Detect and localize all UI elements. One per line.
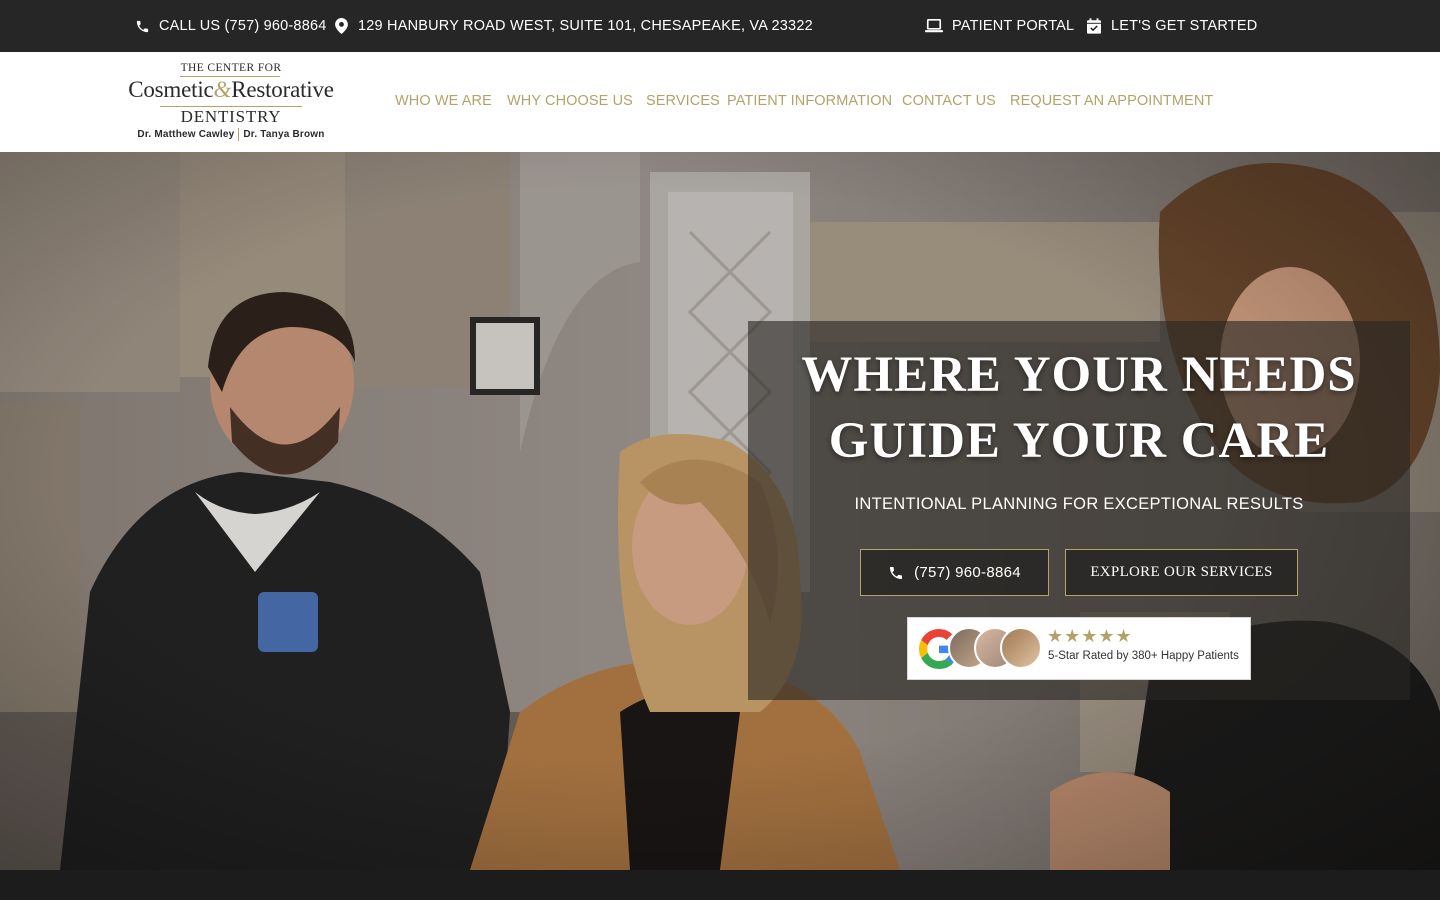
logo-wordmark: Cosmetic&Restorative	[120, 77, 342, 103]
logo[interactable]: THE CENTER FOR Cosmetic&Restorative DENT…	[120, 60, 342, 146]
get-started-link[interactable]: LET'S GET STARTED	[1086, 0, 1257, 52]
address-link[interactable]: 129 HANBURY ROAD WEST, SUITE 101, CHESAP…	[333, 0, 813, 52]
phone-icon	[134, 18, 150, 34]
call-us-link[interactable]: CALL US (757) 960-8864	[134, 0, 327, 52]
logo-doctor-separator	[238, 128, 240, 141]
laptop-icon	[924, 18, 943, 34]
calendar-check-icon	[1086, 18, 1102, 34]
hero-title-line-1: WHERE YOUR NEEDS	[801, 347, 1357, 403]
logo-word-cosmetic: Cosmetic	[128, 77, 214, 102]
nav-item-patient-information[interactable]: PATIENT INFORMATION	[727, 93, 892, 109]
logo-doctor-1: Dr. Matthew Cawley	[137, 129, 235, 140]
nav-item-request-appointment[interactable]: REQUEST AN APPOINTMENT	[1010, 93, 1213, 109]
avatar	[1000, 627, 1042, 669]
review-text: 5-Star Rated by 380+ Happy Patients	[1048, 650, 1239, 662]
map-pin-icon	[333, 18, 349, 34]
get-started-label: LET'S GET STARTED	[1111, 18, 1258, 34]
patient-portal-label: PATIENT PORTAL	[952, 18, 1075, 34]
nav-item-who-we-are[interactable]: WHO WE ARE	[395, 93, 492, 109]
nav-item-contact-us[interactable]: CONTACT US	[902, 93, 996, 109]
logo-word-restorative: Restorative	[231, 77, 334, 102]
address-label: 129 HANBURY ROAD WEST, SUITE 101, CHESAP…	[358, 18, 813, 34]
call-phone-button[interactable]: (757) 960-8864	[860, 549, 1049, 596]
patient-portal-link[interactable]: PATIENT PORTAL	[924, 0, 1074, 52]
review-badge[interactable]: ★★★★★ 5-Star Rated by 380+ Happy Patient…	[907, 617, 1251, 680]
explore-services-button-label: EXPLORE OUR SERVICES	[1090, 564, 1273, 580]
call-us-label: CALL US (757) 960-8864	[159, 18, 327, 34]
hero-subtitle: INTENTIONAL PLANNING FOR EXCEPTIONAL RES…	[854, 495, 1304, 513]
phone-icon	[888, 565, 904, 581]
site-header: THE CENTER FOR Cosmetic&Restorative DENT…	[0, 52, 1440, 152]
nav-item-why-choose-us[interactable]: WHY CHOOSE US	[507, 93, 633, 109]
hero-title-line-2: GUIDE YOUR CARE	[828, 413, 1330, 469]
logo-top-line: THE CENTER FOR	[180, 62, 282, 74]
nav-item-services[interactable]: SERVICES	[646, 93, 720, 109]
logo-subtitle: DENTISTRY	[180, 107, 282, 126]
logo-ampersand: &	[213, 77, 232, 102]
logo-doctors: Dr. Matthew Cawley Dr. Tanya Brown	[120, 128, 342, 141]
explore-services-button[interactable]: EXPLORE OUR SERVICES	[1065, 549, 1298, 596]
top-bar: CALL US (757) 960-8864 129 HANBURY ROAD …	[0, 0, 1440, 52]
hero-title: WHERE YOUR NEEDS GUIDE YOUR CARE	[748, 342, 1410, 474]
bottom-strip	[0, 870, 1440, 900]
call-phone-button-label: (757) 960-8864	[914, 564, 1021, 581]
logo-doctor-2: Dr. Tanya Brown	[243, 129, 325, 140]
hero-section: WHERE YOUR NEEDS GUIDE YOUR CARE INTENTI…	[0, 152, 1440, 870]
rating-stars: ★★★★★	[1047, 626, 1133, 646]
